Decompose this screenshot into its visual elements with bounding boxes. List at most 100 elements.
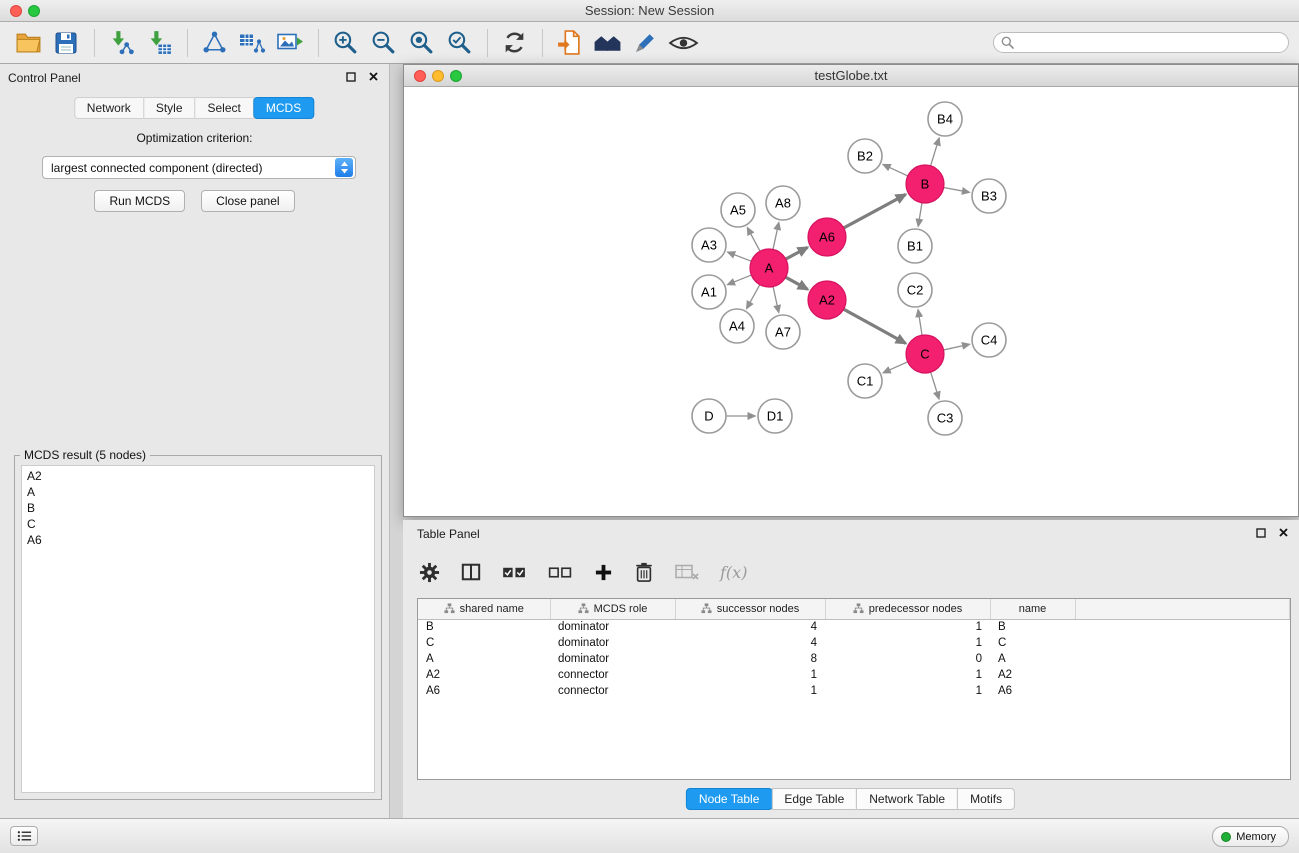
graph-node-B1[interactable]: B1 [898, 229, 932, 263]
graph-edge-A-A4[interactable] [747, 285, 760, 309]
tab-mcds[interactable]: MCDS [253, 97, 314, 119]
home-button[interactable] [591, 27, 623, 59]
result-item[interactable]: A2 [22, 468, 374, 484]
select-all-button[interactable] [502, 564, 527, 581]
delete-table-button[interactable] [675, 564, 699, 581]
show-hide-button[interactable] [667, 27, 699, 59]
result-item[interactable]: C [22, 516, 374, 532]
table-row[interactable]: Bdominator41B [418, 619, 1290, 635]
zoom-fit-button[interactable] [405, 27, 437, 59]
deselect-all-button[interactable] [548, 564, 573, 581]
tab-style[interactable]: Style [143, 97, 196, 119]
graph-node-C3[interactable]: C3 [928, 401, 962, 435]
graph-edge-C-C2[interactable] [918, 310, 922, 335]
column-header-predecessor-nodes[interactable]: predecessor nodes [825, 599, 990, 619]
graph-edge-B-B3[interactable] [944, 188, 970, 193]
graph-edge-B-B4[interactable] [931, 138, 940, 166]
table-row[interactable]: A2connector11A2 [418, 667, 1290, 683]
minimize-network-window-button[interactable] [432, 70, 444, 82]
graph-edge-B-B2[interactable] [883, 164, 908, 176]
tab-network-table[interactable]: Network Table [856, 788, 958, 810]
graph-node-C1[interactable]: C1 [848, 364, 882, 398]
graph-edge-B-B1[interactable] [918, 203, 922, 226]
add-column-button[interactable] [594, 563, 613, 582]
graph-node-A1[interactable]: A1 [692, 275, 726, 309]
table-row[interactable]: Cdominator41C [418, 635, 1290, 651]
zoom-out-button[interactable] [367, 27, 399, 59]
open-document-button[interactable] [553, 27, 585, 59]
graph-edge-A6-B[interactable] [844, 194, 906, 227]
table-row[interactable]: Adominator80A [418, 651, 1290, 667]
search-input[interactable] [993, 32, 1289, 53]
run-mcds-button[interactable]: Run MCDS [94, 190, 185, 212]
table-settings-button[interactable] [419, 562, 440, 583]
graph-node-B2[interactable]: B2 [848, 139, 882, 173]
network-view-button[interactable] [198, 27, 230, 59]
table-row[interactable]: A6connector11A6 [418, 683, 1290, 699]
save-session-button[interactable] [50, 27, 82, 59]
graph-node-A7[interactable]: A7 [766, 315, 800, 349]
graph-edge-A-A1[interactable] [728, 275, 752, 285]
graph-node-A[interactable]: A [750, 249, 788, 287]
delete-column-button[interactable] [634, 561, 654, 583]
column-header-name[interactable]: name [990, 599, 1075, 619]
tab-select[interactable]: Select [195, 97, 254, 119]
result-item[interactable]: B [22, 500, 374, 516]
graph-edge-A-A3[interactable] [728, 252, 752, 261]
network-window-titlebar[interactable]: testGlobe.txt [404, 65, 1298, 87]
graph-node-B4[interactable]: B4 [928, 102, 962, 136]
graph-node-A4[interactable]: A4 [720, 309, 754, 343]
refresh-button[interactable] [498, 27, 530, 59]
graph-edge-A-A7[interactable] [773, 287, 779, 313]
float-table-panel-icon[interactable] [1256, 528, 1266, 538]
close-window-button[interactable] [10, 5, 22, 17]
column-header-successor-nodes[interactable]: successor nodes [675, 599, 825, 619]
graph-edge-A2-C[interactable] [844, 309, 906, 343]
graph-node-A3[interactable]: A3 [692, 228, 726, 262]
result-item[interactable]: A [22, 484, 374, 500]
graph-edge-C-C3[interactable] [931, 372, 939, 399]
graph-node-C[interactable]: C [906, 335, 944, 373]
network-canvas[interactable]: B4B2BB3A8A5A6A3B1AC2A1A2A4A7C4CC1DD1C3 [404, 87, 1298, 516]
graph-node-B3[interactable]: B3 [972, 179, 1006, 213]
memory-button[interactable]: Memory [1212, 826, 1289, 847]
graph-node-D1[interactable]: D1 [758, 399, 792, 433]
style-brush-button[interactable] [629, 27, 661, 59]
close-panel-button[interactable]: Close panel [201, 190, 294, 212]
show-columns-button[interactable] [461, 562, 481, 582]
graph-node-C2[interactable]: C2 [898, 273, 932, 307]
close-panel-icon[interactable] [368, 71, 379, 82]
column-header-mcds-role[interactable]: MCDS role [550, 599, 675, 619]
graph-edge-A-A6[interactable] [786, 247, 808, 259]
graph-edge-C-C4[interactable] [944, 344, 970, 350]
graph-node-D[interactable]: D [692, 399, 726, 433]
graph-node-B[interactable]: B [906, 165, 944, 203]
zoom-in-button[interactable] [329, 27, 361, 59]
column-header-shared-name[interactable]: shared name [418, 599, 550, 619]
graph-edge-A-A5[interactable] [747, 228, 760, 252]
zoom-network-window-button[interactable] [450, 70, 462, 82]
import-network-button[interactable] [105, 27, 137, 59]
tab-node-table[interactable]: Node Table [686, 788, 773, 810]
tab-motifs[interactable]: Motifs [957, 788, 1015, 810]
fullscreen-window-button[interactable] [28, 5, 40, 17]
graph-node-A2[interactable]: A2 [808, 281, 846, 319]
tab-edge-table[interactable]: Edge Table [771, 788, 857, 810]
export-image-button[interactable] [274, 27, 306, 59]
graph-edge-C-C1[interactable] [883, 362, 907, 373]
graph-node-C4[interactable]: C4 [972, 323, 1006, 357]
open-session-button[interactable] [12, 27, 44, 59]
tab-network[interactable]: Network [74, 97, 144, 119]
network-table-button[interactable] [236, 27, 268, 59]
float-panel-icon[interactable] [346, 72, 356, 82]
graph-edge-A-A2[interactable] [786, 277, 808, 289]
graph-node-A8[interactable]: A8 [766, 186, 800, 220]
import-table-button[interactable] [143, 27, 175, 59]
result-item[interactable]: A6 [22, 532, 374, 548]
mcds-result-list[interactable]: A2ABCA6 [21, 465, 375, 793]
graph-node-A5[interactable]: A5 [721, 193, 755, 227]
graph-edge-A-A8[interactable] [773, 223, 779, 250]
close-network-window-button[interactable] [414, 70, 426, 82]
close-table-panel-icon[interactable] [1278, 527, 1289, 538]
function-builder-button[interactable]: f(x) [720, 563, 747, 582]
